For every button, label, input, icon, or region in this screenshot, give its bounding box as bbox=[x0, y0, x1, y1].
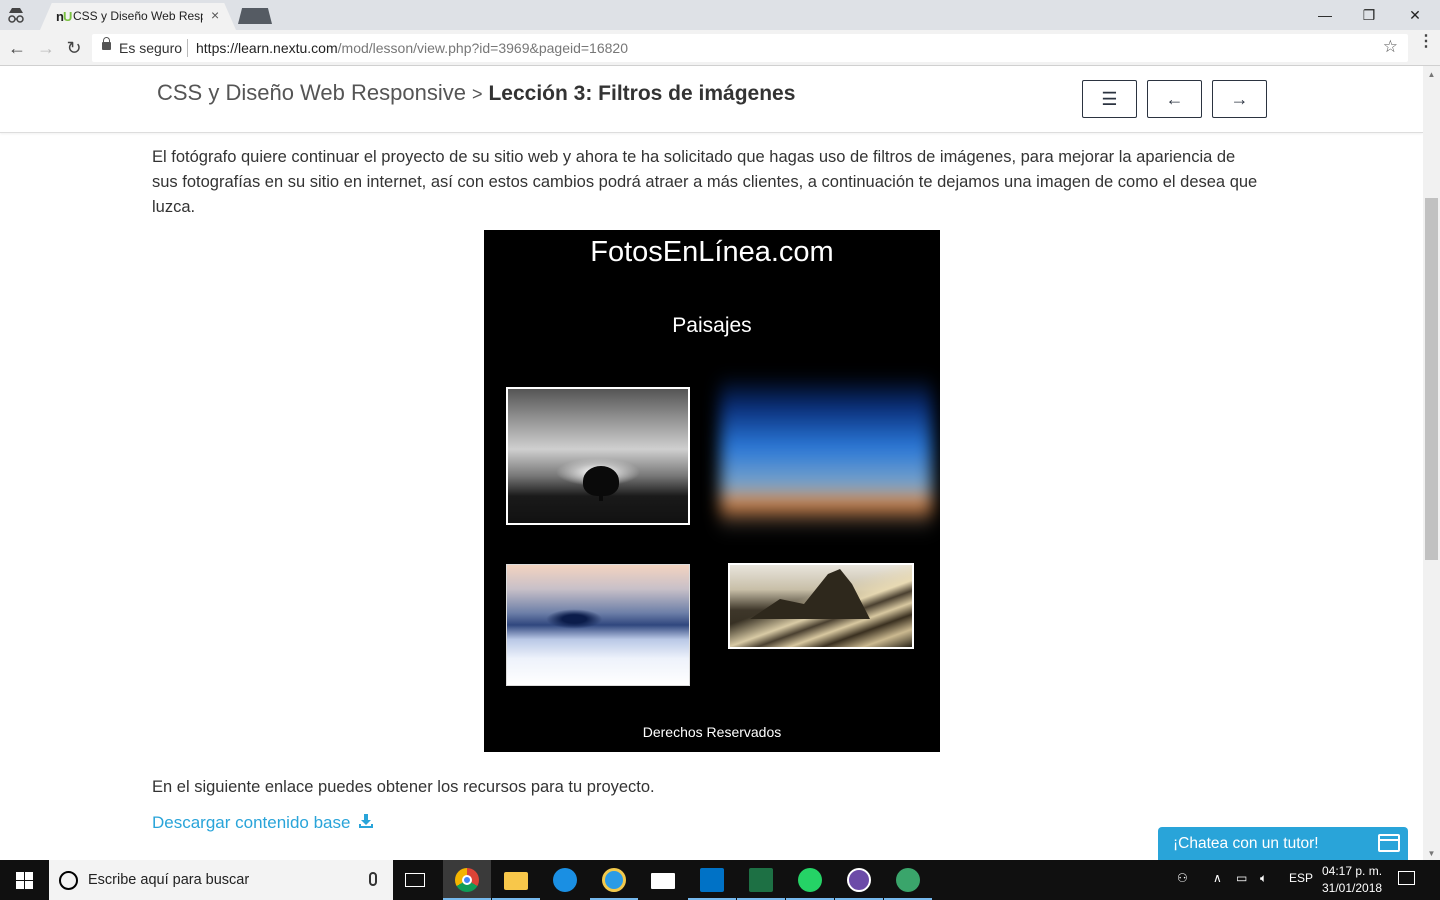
menu-icon: ☰ bbox=[1101, 89, 1118, 109]
scroll-down-arrow-icon[interactable]: ▼ bbox=[1423, 849, 1440, 858]
inverted-snow-photo bbox=[506, 564, 690, 686]
minimize-button[interactable]: — bbox=[1302, 4, 1348, 26]
outlook-icon bbox=[700, 868, 724, 892]
restore-button[interactable]: ❐ bbox=[1346, 4, 1392, 26]
browser-tab-bar: nU CSS y Diseño Web Respo × — ❐ ✕ bbox=[0, 0, 1440, 30]
breadcrumb-course[interactable]: CSS y Diseño Web Responsive bbox=[157, 80, 466, 105]
page-scrollbar[interactable]: ▲ ▼ bbox=[1423, 66, 1440, 860]
mockup-brand-title: FotosEnLínea.com bbox=[590, 236, 834, 268]
internet-explorer-icon bbox=[602, 868, 626, 892]
clock-time: 04:17 p. m. bbox=[1322, 864, 1383, 878]
chat-label: ¡Chatea con un tutor! bbox=[1173, 835, 1319, 852]
mail-icon bbox=[651, 873, 675, 889]
address-bar[interactable]: Es seguro https://learn.nextu.com/mod/le… bbox=[92, 34, 1408, 62]
bookmark-star-icon[interactable]: ☆ bbox=[1383, 37, 1398, 57]
incognito-icon bbox=[8, 8, 24, 23]
people-icon[interactable]: ⚇ bbox=[1177, 871, 1188, 885]
windows-taskbar: Escribe aquí para buscar ⚇ ∧ ▭ 🔈︎ ESP 04… bbox=[0, 860, 1440, 900]
new-tab-button[interactable] bbox=[238, 8, 272, 24]
whatsapp-icon bbox=[798, 868, 822, 892]
mockup-footer: Derechos Reservados bbox=[642, 724, 782, 740]
taskbar-green-app[interactable] bbox=[884, 860, 932, 900]
lock-icon bbox=[102, 37, 111, 50]
tab-close-icon[interactable]: × bbox=[211, 7, 219, 23]
grayscale-landscape-photo bbox=[506, 387, 690, 525]
taskbar-search-box[interactable]: Escribe aquí para buscar bbox=[49, 860, 393, 900]
app-green-icon bbox=[896, 868, 920, 892]
taskbar-whatsapp[interactable] bbox=[786, 860, 834, 900]
taskbar-excel[interactable] bbox=[737, 860, 785, 900]
lesson-header: CSS y Diseño Web Responsive > Lección 3: F… bbox=[0, 66, 1423, 133]
taskbar-edge[interactable] bbox=[541, 860, 589, 900]
reload-icon[interactable]: ↻ bbox=[62, 36, 86, 60]
nextu-favicon-icon: nU bbox=[56, 9, 72, 24]
clock-date: 31/01/2018 bbox=[1322, 881, 1383, 895]
chat-with-tutor-widget[interactable]: ¡Chatea con un tutor! bbox=[1158, 827, 1408, 860]
download-link-label: Descargar contenido base bbox=[152, 813, 351, 832]
breadcrumb-lesson: Lección 3: Filtros de imágenes bbox=[488, 82, 796, 105]
browser-tab-active[interactable]: nU CSS y Diseño Web Respo × bbox=[40, 3, 236, 30]
taskbar-chrome[interactable] bbox=[443, 860, 491, 900]
browser-menu-icon[interactable]: ⋮ bbox=[1418, 34, 1434, 50]
taskbar-clock[interactable]: 04:17 p. m. 31/01/2018 bbox=[1322, 863, 1382, 897]
url-text: https://learn.nextu.com/mod/lesson/view.… bbox=[196, 40, 628, 56]
mockup-section-title: Paisajes bbox=[672, 314, 752, 337]
mountain-shape bbox=[750, 569, 870, 619]
action-center-icon[interactable] bbox=[1398, 871, 1415, 885]
chat-window-icon bbox=[1378, 834, 1400, 852]
secure-label: Es seguro bbox=[119, 40, 183, 56]
download-base-content-link[interactable]: Descargar contenido base bbox=[152, 813, 374, 833]
volume-icon[interactable]: 🔈︎ bbox=[1260, 871, 1267, 886]
breadcrumb-separator: > bbox=[471, 84, 483, 104]
scroll-up-arrow-icon[interactable]: ▲ bbox=[1423, 70, 1440, 79]
tree-trunk bbox=[599, 489, 603, 501]
taskbar-search-placeholder: Escribe aquí para buscar bbox=[88, 872, 250, 888]
previous-page-button[interactable]: ← bbox=[1147, 80, 1202, 118]
show-hidden-icons-chevron-icon[interactable]: ∧ bbox=[1213, 871, 1222, 885]
input-language-indicator[interactable]: ESP bbox=[1289, 871, 1313, 885]
scrollbar-thumb[interactable] bbox=[1425, 198, 1438, 560]
edge-icon bbox=[553, 868, 577, 892]
taskbar-mail[interactable] bbox=[639, 860, 687, 900]
microphone-icon[interactable] bbox=[369, 872, 377, 886]
blurred-sunset-photo bbox=[720, 375, 932, 535]
gitkraken-icon bbox=[847, 868, 871, 892]
resources-text: En el siguiente enlace puedes obtener lo… bbox=[152, 778, 655, 796]
chrome-icon-center bbox=[462, 875, 472, 885]
lesson-intro-text: El fotógrafo quiere continuar el proyect… bbox=[152, 148, 1258, 216]
next-page-button[interactable]: → bbox=[1212, 80, 1267, 118]
cortana-icon bbox=[59, 871, 78, 890]
breadcrumb: CSS y Diseño Web Responsive > Lección 3: F… bbox=[157, 80, 795, 106]
address-separator bbox=[187, 39, 188, 57]
sepia-mountain-photo bbox=[728, 563, 914, 649]
tab-title: CSS y Diseño Web Respo bbox=[73, 9, 203, 23]
browser-toolbar: ← → ↻ Es seguro https://learn.nextu.com/… bbox=[0, 30, 1440, 66]
windows-start-icon[interactable] bbox=[16, 872, 33, 889]
file-explorer-icon bbox=[504, 872, 528, 890]
website-mockup-image: FotosEnLínea.com Paisajes Derechos Reser… bbox=[484, 230, 940, 752]
taskbar-outlook[interactable] bbox=[688, 860, 736, 900]
download-icon bbox=[359, 814, 374, 828]
taskbar-file-explorer[interactable] bbox=[492, 860, 540, 900]
taskbar-internet-explorer[interactable] bbox=[590, 860, 638, 900]
excel-icon bbox=[749, 868, 773, 892]
forward-arrow-icon[interactable]: → bbox=[34, 36, 58, 60]
arrow-left-icon: ← bbox=[1165, 89, 1184, 109]
back-arrow-icon[interactable]: ← bbox=[5, 36, 29, 60]
task-view-icon[interactable] bbox=[405, 873, 425, 887]
close-window-button[interactable]: ✕ bbox=[1392, 4, 1438, 26]
lesson-menu-button[interactable]: ☰ bbox=[1082, 80, 1137, 118]
taskbar-gitkraken[interactable] bbox=[835, 860, 883, 900]
network-icon[interactable]: ▭ bbox=[1236, 871, 1247, 885]
arrow-right-icon: → bbox=[1230, 89, 1249, 109]
